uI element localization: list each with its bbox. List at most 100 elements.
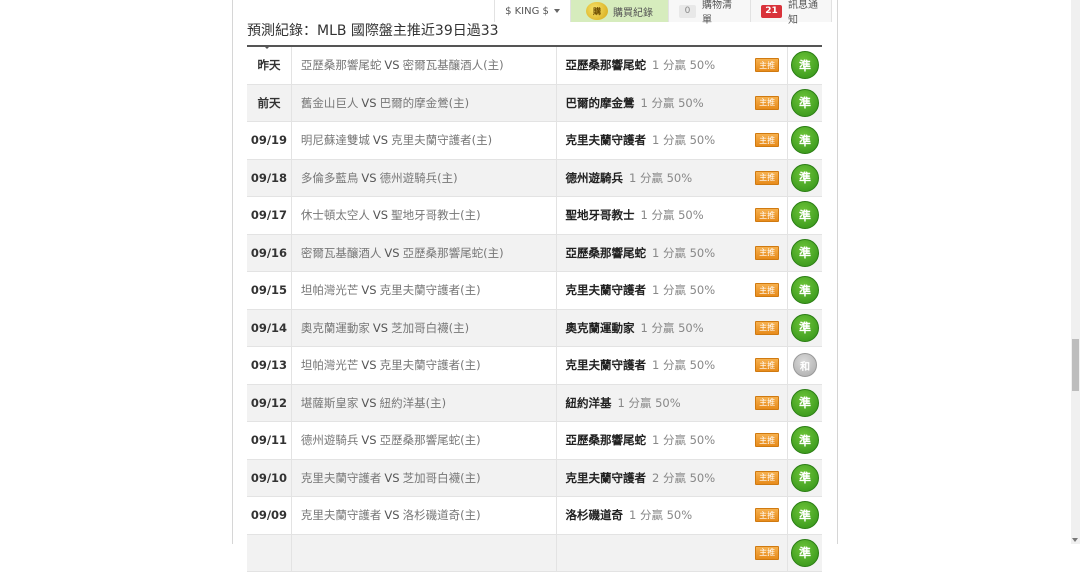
main-pick-badge: 主推 [755,433,779,447]
cart-label: 購物清單 [702,0,740,26]
row-matchup[interactable]: 密爾瓦基釀酒人VS亞歷桑那響尾蛇(主) [291,235,558,272]
table-row: 09/13坦帕灣光芒VS克里夫蘭守護者(主)克里夫蘭守護者1 分贏 50%主推和 [247,347,822,385]
win-result-icon: 準 [791,51,819,79]
row-result: 準 [787,385,822,422]
pick-team: 亞歷桑那響尾蛇 [565,245,646,261]
pick-team: 克里夫蘭守護者 [565,132,646,148]
win-result-icon: 準 [791,276,819,304]
row-result: 準 [787,235,822,272]
row-pick: 亞歷桑那響尾蛇1 分贏 50% [557,245,747,261]
vs-label: VS [361,396,376,410]
away-team: 亞歷桑那響尾蛇 [301,57,382,73]
row-result: 準 [787,272,822,309]
main-pick-badge: 主推 [755,171,779,185]
row-matchup[interactable]: 堪薩斯皇家VS紐約洋基(主) [291,385,558,422]
content-border-right [837,0,838,544]
scrollbar[interactable] [1071,0,1080,544]
row-pick: 克里夫蘭守護者 1 分贏 50% [557,132,747,148]
table-row: 09/12堪薩斯皇家VS紐約洋基(主)紐約洋基1 分贏 50%主推準 [247,385,822,423]
win-result-icon: 準 [791,239,819,267]
row-tag: 主推 [747,133,787,147]
main-pick-badge: 主推 [755,208,779,222]
row-matchup[interactable]: 明尼蘇達雙城VS克里夫蘭守護者(主) [291,122,558,159]
row-pick: 克里夫蘭守護者1 分贏 50% [557,357,747,373]
row-matchup[interactable]: 坦帕灣光芒VS克里夫蘭守護者(主) [291,272,558,309]
table-row: 前天舊金山巨人VS巴爾的摩金鶯(主)巴爾的摩金鶯1 分贏 50%主推準 [247,85,822,123]
notification-link[interactable]: 21 訊息通知 [750,0,832,22]
row-result: 準 [787,460,822,497]
pick-handicap: 1 分贏 50% [652,132,715,148]
vs-label: VS [373,321,388,335]
cart-count-badge: 0 [679,5,696,18]
cart-link[interactable]: 0 購物清單 [668,0,750,22]
pick-handicap: 1 分贏 50% [640,95,703,111]
vs-label: VS [373,133,388,147]
scroll-down-icon[interactable] [1072,538,1078,542]
vs-label: VS [361,433,376,447]
row-result: 準 [787,85,822,122]
main-pick-badge: 主推 [755,321,779,335]
vs-label: VS [361,358,376,372]
row-matchup[interactable]: 舊金山巨人VS巴爾的摩金鶯(主) [291,85,558,122]
row-matchup[interactable]: 奧克蘭運動家VS芝加哥白襪(主) [291,310,558,347]
row-tag: 主推 [747,246,787,260]
row-tag: 主推 [747,58,787,72]
pick-team: 德州遊騎兵 [565,170,623,186]
main-pick-badge: 主推 [755,508,779,522]
row-matchup[interactable] [291,535,558,572]
buy-record-link[interactable]: 購 購買紀錄 [570,0,668,22]
pick-handicap: 1 分贏 50% [652,282,715,298]
away-team: 奧克蘭運動家 [301,320,370,336]
row-matchup[interactable]: 克里夫蘭守護者VS洛杉磯道奇(主) [291,497,558,534]
vs-label: VS [384,471,399,485]
row-tag: 主推 [747,283,787,297]
away-team: 密爾瓦基釀酒人 [301,245,382,261]
row-result: 準 [787,197,822,234]
home-team: 克里夫蘭守護者(主) [380,357,481,373]
row-pick: 克里夫蘭守護者2 分贏 50% [557,470,747,486]
table-row: 09/11德州遊騎兵VS亞歷桑那響尾蛇(主)亞歷桑那響尾蛇1 分贏 50%主推準 [247,422,822,460]
row-tag: 主推 [747,358,787,372]
row-pick: 洛杉磯道奇1 分贏 50% [557,507,747,523]
table-row: 09/09克里夫蘭守護者VS洛杉磯道奇(主)洛杉磯道奇1 分贏 50%主推準 [247,497,822,535]
vs-label: VS [384,508,399,522]
top-bar: $ KING $ 購 購買紀錄 0 購物清單 21 訊息通知 [494,0,832,22]
row-result: 準 [787,535,822,572]
pick-handicap: 1 分贏 50% [617,395,680,411]
row-matchup[interactable]: 多倫多藍鳥VS德州遊騎兵(主) [291,160,558,197]
main-pick-badge: 主推 [755,58,779,72]
row-matchup[interactable]: 坦帕灣光芒VS克里夫蘭守護者(主) [291,347,558,384]
row-date: 09/19 [247,133,291,147]
home-team: 克里夫蘭守護者(主) [391,132,492,148]
account-menu[interactable]: $ KING $ [494,0,570,22]
row-result: 準 [787,422,822,459]
table-row: 09/16密爾瓦基釀酒人VS亞歷桑那響尾蛇(主)亞歷桑那響尾蛇1 分贏 50%主… [247,235,822,273]
row-date: 09/15 [247,283,291,297]
win-result-icon: 準 [791,539,819,567]
row-pick: 巴爾的摩金鶯1 分贏 50% [557,95,747,111]
row-date: 09/10 [247,471,291,485]
pick-handicap: 2 分贏 50% [652,470,715,486]
pick-team: 亞歷桑那響尾蛇 [565,57,646,73]
vs-label: VS [384,246,399,260]
scrollbar-thumb[interactable] [1072,339,1079,391]
win-result-icon: 準 [791,164,819,192]
main-pick-badge: 主推 [755,546,779,560]
row-matchup[interactable]: 休士頓太空人VS聖地牙哥教士(主) [291,197,558,234]
row-matchup[interactable]: 亞歷桑那響尾蛇VS 密爾瓦基釀酒人(主) [291,47,558,84]
pick-team: 聖地牙哥教士 [565,207,634,223]
row-matchup[interactable]: 克里夫蘭守護者VS芝加哥白襪(主) [291,460,558,497]
win-result-icon: 準 [791,314,819,342]
pick-team: 紐約洋基 [565,395,611,411]
row-tag: 主推 [747,171,787,185]
row-pick: 亞歷桑那響尾蛇1 分贏 50% [557,432,747,448]
away-team: 德州遊騎兵 [301,432,359,448]
main-pick-badge: 主推 [755,396,779,410]
home-team: 密爾瓦基釀酒人(主) [403,57,504,73]
vs-label: VS [384,58,399,72]
pick-handicap: 1 分贏 50% [652,357,715,373]
row-matchup[interactable]: 德州遊騎兵VS亞歷桑那響尾蛇(主) [291,422,558,459]
push-result-icon: 和 [793,353,817,377]
pick-handicap: 1 分贏 50% [629,170,692,186]
row-result: 準 [787,310,822,347]
